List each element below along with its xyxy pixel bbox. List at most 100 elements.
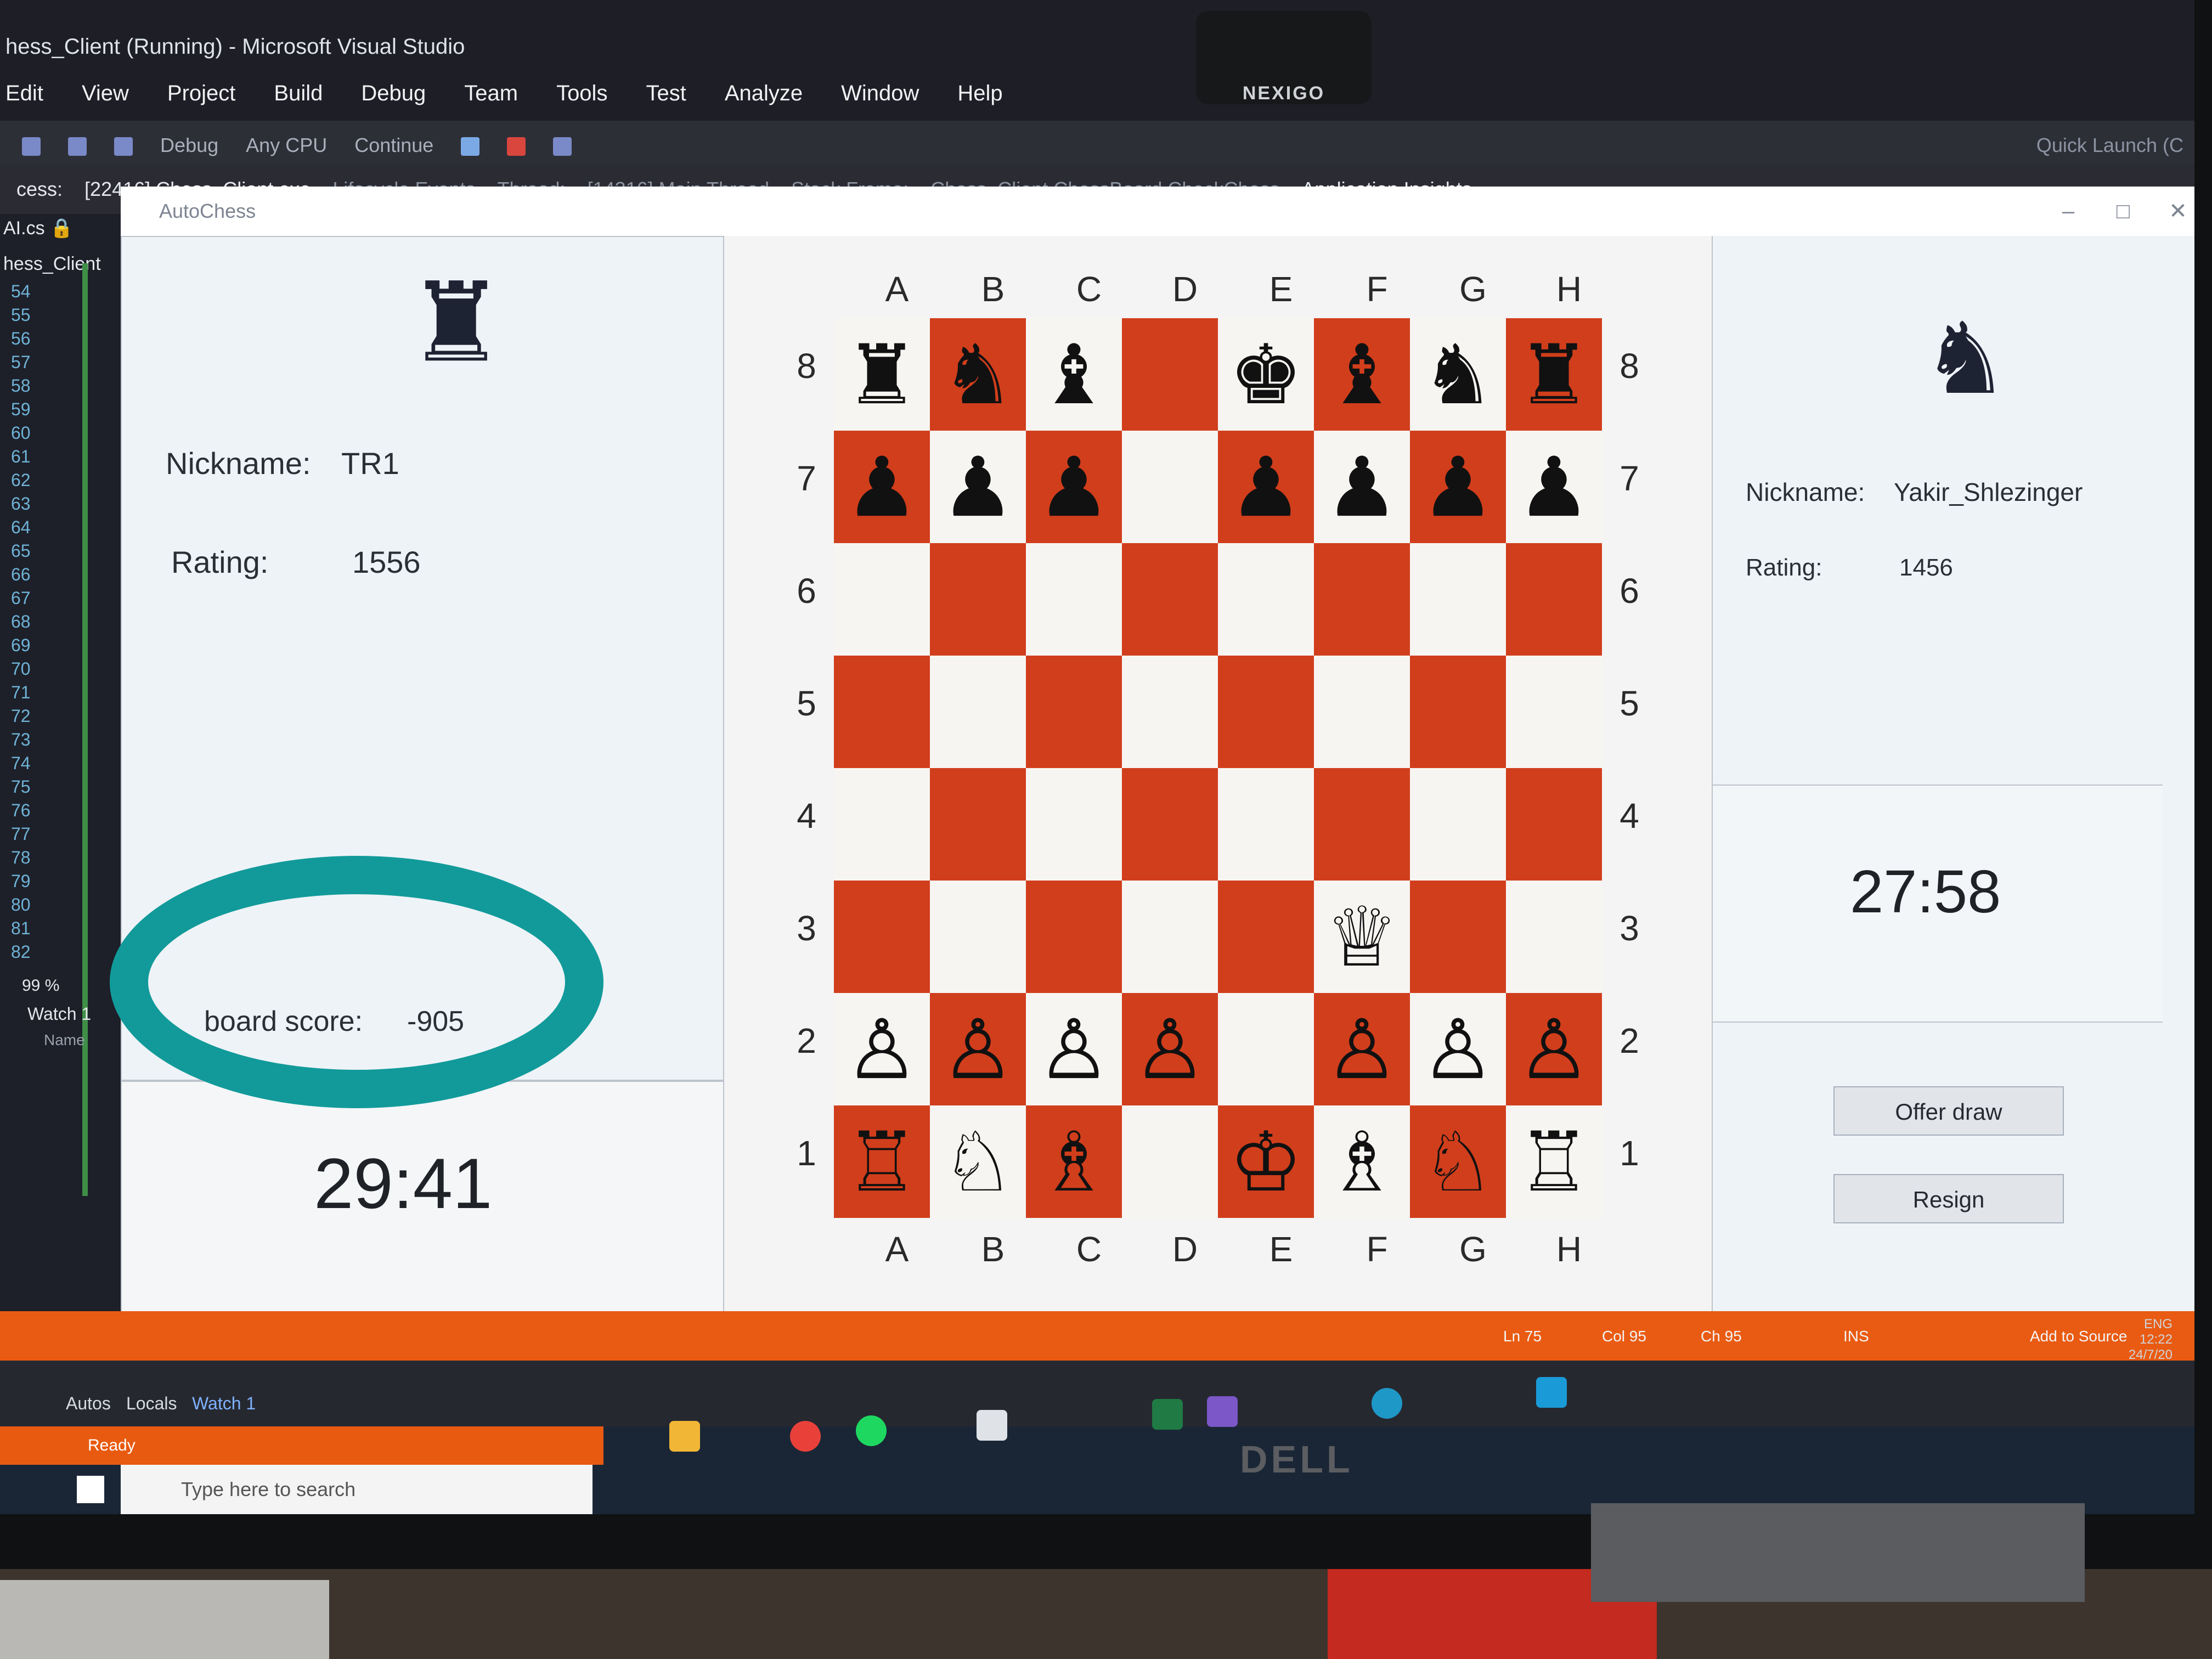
- board-square[interactable]: [1410, 656, 1506, 768]
- board-square[interactable]: [834, 543, 930, 656]
- chess-piece-icon[interactable]: ♞: [1421, 334, 1494, 416]
- menu-team[interactable]: Team: [464, 66, 518, 121]
- menu-view[interactable]: View: [82, 66, 129, 121]
- resign-button[interactable]: Resign: [1833, 1174, 2064, 1223]
- board-square[interactable]: [1506, 656, 1602, 768]
- menu-project[interactable]: Project: [167, 66, 236, 121]
- board-square[interactable]: [930, 881, 1026, 993]
- board-square[interactable]: ♕: [1314, 881, 1410, 993]
- board-square[interactable]: ♟: [834, 431, 930, 543]
- chess-piece-icon[interactable]: ♟: [1325, 446, 1398, 528]
- chess-piece-icon[interactable]: ♟: [1421, 446, 1494, 528]
- board-square[interactable]: ♝: [1026, 318, 1122, 431]
- chess-piece-icon[interactable]: ♙: [1517, 1008, 1590, 1091]
- tray-language[interactable]: ENG: [2129, 1317, 2172, 1332]
- chess-piece-icon[interactable]: ♟: [1517, 446, 1590, 528]
- board-square[interactable]: [1122, 431, 1218, 543]
- pause-icon[interactable]: [461, 137, 480, 156]
- chess-piece-icon[interactable]: ♙: [1037, 1008, 1110, 1091]
- board-square[interactable]: [1026, 881, 1122, 993]
- zoom-level[interactable]: 99 %: [22, 977, 59, 995]
- board-square[interactable]: [1506, 881, 1602, 993]
- board-square[interactable]: [1410, 881, 1506, 993]
- menu-tools[interactable]: Tools: [556, 66, 607, 121]
- board-square[interactable]: ♜: [1506, 318, 1602, 431]
- chess-piece-icon[interactable]: ♜: [845, 334, 918, 416]
- arduino-icon[interactable]: [1372, 1388, 1402, 1419]
- board-square[interactable]: ♟: [1314, 431, 1410, 543]
- spotify-icon[interactable]: [856, 1415, 887, 1446]
- board-square[interactable]: [1218, 993, 1314, 1105]
- excel-icon[interactable]: [1152, 1399, 1183, 1430]
- board-square[interactable]: ♙: [1122, 993, 1218, 1105]
- board-square[interactable]: [1506, 768, 1602, 881]
- board-square[interactable]: [1218, 881, 1314, 993]
- board-square[interactable]: [930, 543, 1026, 656]
- board-square[interactable]: [1410, 768, 1506, 881]
- tab-autos[interactable]: Autos: [66, 1393, 111, 1414]
- chess-piece-icon[interactable]: ♔: [1229, 1121, 1302, 1203]
- chess-piece-icon[interactable]: ♘: [1421, 1121, 1494, 1203]
- menu-edit[interactable]: Edit: [5, 66, 43, 121]
- board-square[interactable]: [1314, 768, 1410, 881]
- config-dropdown[interactable]: Debug: [160, 134, 218, 156]
- settings-icon[interactable]: [977, 1410, 1007, 1441]
- maximize-icon[interactable]: □: [2096, 187, 2151, 236]
- chess-piece-icon[interactable]: ♚: [1229, 334, 1302, 416]
- board-square[interactable]: ♟: [1506, 431, 1602, 543]
- chess-piece-icon[interactable]: ♟: [941, 446, 1014, 528]
- menu-test[interactable]: Test: [646, 66, 686, 121]
- chess-piece-icon[interactable]: ♟: [1229, 446, 1302, 528]
- tray-time[interactable]: 12:22: [2129, 1332, 2172, 1347]
- board-square[interactable]: ♗: [1314, 1105, 1410, 1218]
- tab-watch1[interactable]: Watch 1: [192, 1393, 256, 1414]
- board-square[interactable]: [1218, 768, 1314, 881]
- quick-launch-input[interactable]: Quick Launch (C: [2036, 121, 2183, 170]
- board-square[interactable]: ♙: [1026, 993, 1122, 1105]
- board-square[interactable]: [1122, 543, 1218, 656]
- menu-debug[interactable]: Debug: [361, 66, 426, 121]
- board-square[interactable]: ♝: [1314, 318, 1410, 431]
- visual-studio-icon[interactable]: [1207, 1396, 1238, 1427]
- board-square[interactable]: ♟: [1026, 431, 1122, 543]
- board-square[interactable]: ♘: [930, 1105, 1026, 1218]
- board-square[interactable]: ♞: [930, 318, 1026, 431]
- chess-piece-icon[interactable]: ♜: [1517, 334, 1590, 416]
- chrome-icon[interactable]: [790, 1421, 821, 1452]
- chess-piece-icon[interactable]: ♖: [1517, 1121, 1590, 1203]
- board-square[interactable]: ♜: [834, 318, 930, 431]
- app-icon[interactable]: [1536, 1377, 1567, 1408]
- board-square[interactable]: ♘: [1410, 1105, 1506, 1218]
- chess-piece-icon[interactable]: ♙: [1421, 1008, 1494, 1091]
- board-square[interactable]: ♟: [1410, 431, 1506, 543]
- windows-start-icon[interactable]: [77, 1476, 104, 1503]
- menu-help[interactable]: Help: [957, 66, 1002, 121]
- close-icon[interactable]: ✕: [2151, 187, 2194, 236]
- board-square[interactable]: [1122, 656, 1218, 768]
- board-square[interactable]: [1122, 881, 1218, 993]
- board-square[interactable]: [1506, 543, 1602, 656]
- board-square[interactable]: ♙: [930, 993, 1026, 1105]
- board-square[interactable]: [834, 768, 930, 881]
- board-square[interactable]: [834, 881, 930, 993]
- board-square[interactable]: ♖: [834, 1105, 930, 1218]
- taskbar-search-input[interactable]: Type here to search: [121, 1465, 592, 1514]
- board-square[interactable]: [1122, 1105, 1218, 1218]
- board-square[interactable]: ♙: [834, 993, 930, 1105]
- chess-piece-icon[interactable]: ♝: [1325, 334, 1398, 416]
- continue-button[interactable]: Continue: [354, 134, 433, 156]
- offer-draw-button[interactable]: Offer draw: [1833, 1086, 2064, 1136]
- chess-piece-icon[interactable]: ♕: [1325, 896, 1398, 978]
- menu-analyze[interactable]: Analyze: [725, 66, 803, 121]
- save-all-icon[interactable]: [68, 137, 87, 156]
- chess-piece-icon[interactable]: ♞: [941, 334, 1014, 416]
- undo-icon[interactable]: [114, 137, 133, 156]
- tray-date[interactable]: 24/7/20: [2129, 1347, 2172, 1363]
- tab-locals[interactable]: Locals: [126, 1393, 177, 1414]
- board-square[interactable]: ♙: [1506, 993, 1602, 1105]
- board-square[interactable]: [930, 656, 1026, 768]
- board-square[interactable]: ♖: [1506, 1105, 1602, 1218]
- board-square[interactable]: [1314, 656, 1410, 768]
- file-tab[interactable]: AI.cs 🔒: [0, 214, 121, 250]
- board-square[interactable]: [1314, 543, 1410, 656]
